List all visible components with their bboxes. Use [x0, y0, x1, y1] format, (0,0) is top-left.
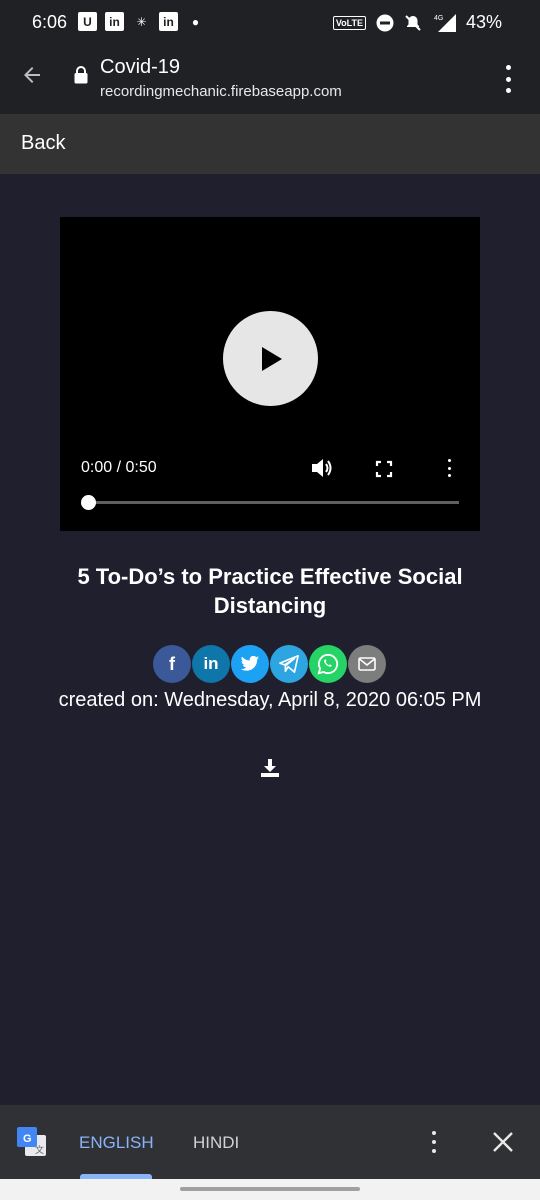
udemy-notification-icon: U	[78, 12, 97, 31]
browser-url-bar: Covid-19 recordingmechanic.firebaseapp.c…	[0, 46, 540, 114]
page-title[interactable]: Covid-19	[100, 56, 180, 79]
facebook-share-icon[interactable]: f	[153, 645, 191, 683]
lock-icon	[74, 66, 88, 84]
browser-menu-icon[interactable]	[498, 65, 518, 93]
volume-icon[interactable]	[310, 457, 334, 479]
envelope-icon	[358, 657, 376, 671]
download-icon[interactable]	[260, 758, 280, 778]
back-button[interactable]: Back	[21, 132, 65, 155]
fullscreen-icon[interactable]	[375, 460, 393, 478]
bell-off-icon	[405, 15, 421, 31]
translate-bar: G 文 ENGLISH HINDI	[0, 1105, 540, 1179]
svg-text:文: 文	[35, 1144, 44, 1156]
network-type-label: 4G	[434, 15, 443, 22]
play-icon	[262, 347, 282, 371]
language-tab-english[interactable]: ENGLISH	[79, 1133, 154, 1153]
close-icon[interactable]	[492, 1131, 514, 1153]
video-time: 0:00 / 0:50	[81, 459, 157, 476]
email-share-icon[interactable]	[348, 645, 386, 683]
created-date: created on: Wednesday, April 8, 2020 06:…	[58, 689, 482, 711]
status-time: 6:06	[32, 12, 68, 32]
translate-menu-icon[interactable]	[431, 1131, 437, 1153]
twitter-share-icon[interactable]	[231, 645, 269, 683]
video-progress-bar[interactable]	[88, 501, 459, 504]
telegram-plane-icon	[279, 655, 299, 673]
article-title: 5 To-Do’s to Practice Effective Social D…	[77, 564, 463, 618]
status-bar: 6:06 U in ✳ in ● VoLTE 4G 43%	[0, 0, 540, 46]
reddit-notification-icon: ●	[191, 14, 200, 29]
back-arrow-icon[interactable]	[20, 63, 44, 87]
dnd-icon	[376, 14, 394, 32]
linkedin-share-icon[interactable]: in	[192, 645, 230, 683]
language-tab-hindi[interactable]: HINDI	[193, 1133, 239, 1153]
share-buttons: f in	[153, 645, 387, 683]
whatsapp-share-icon[interactable]	[309, 645, 347, 683]
volte-icon: VoLTE	[332, 16, 366, 30]
video-player[interactable]: 0:00 / 0:50	[60, 217, 480, 531]
whatsapp-phone-icon	[317, 653, 339, 675]
battery-percent: 43%	[465, 12, 502, 32]
system-icons: VoLTE 4G	[332, 13, 458, 33]
twitter-bird-icon	[240, 655, 260, 671]
google-translate-icon[interactable]: G 文	[17, 1127, 47, 1157]
page-domain[interactable]: recordingmechanic.firebaseapp.com	[100, 83, 342, 100]
linkedin-notification-icon: in	[105, 12, 124, 31]
signal-icon: 4G	[434, 14, 456, 32]
video-menu-icon[interactable]	[445, 459, 453, 477]
slack-notification-icon: ✳	[136, 14, 147, 29]
svg-text:G: G	[23, 1133, 32, 1145]
home-gesture-handle[interactable]	[180, 1187, 360, 1191]
telegram-share-icon[interactable]	[270, 645, 308, 683]
video-scrubber-handle[interactable]	[81, 495, 96, 510]
back-bar: Back	[0, 114, 540, 174]
notification-icons: U in ✳ in ●	[78, 12, 205, 31]
linkedin-notification-icon-2: in	[159, 12, 178, 31]
play-button[interactable]	[223, 311, 318, 406]
gesture-navigation-bar	[0, 1179, 540, 1200]
